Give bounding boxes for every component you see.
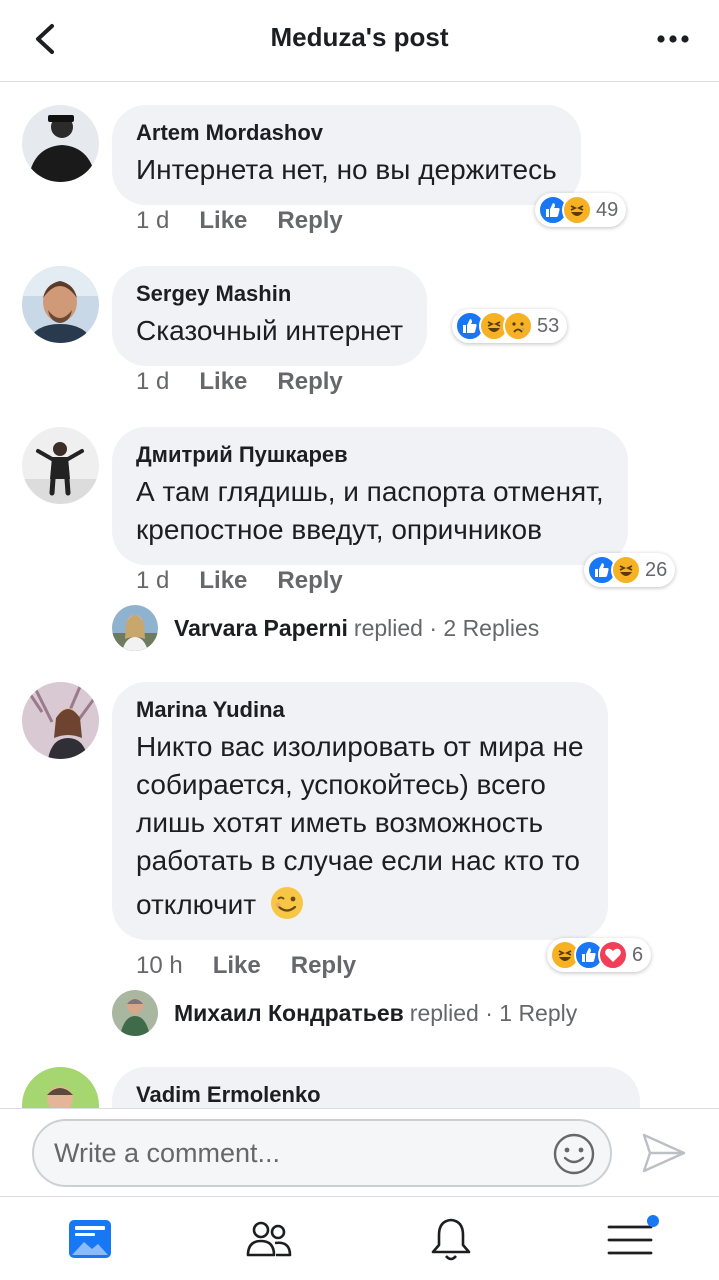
comment-author[interactable]: Vadim Ermolenko xyxy=(136,1081,616,1108)
reaction-count: 6 xyxy=(632,943,644,966)
comment-input-wrapper xyxy=(32,1119,612,1187)
avatar[interactable] xyxy=(22,427,99,504)
send-icon[interactable] xyxy=(640,1129,688,1177)
comment-text: Никто вас изолировать от мира не собирае… xyxy=(136,728,584,924)
emoji-picker-icon[interactable] xyxy=(552,1132,596,1176)
reply-count-text: replied · 1 Reply xyxy=(409,999,578,1026)
reply-button[interactable]: Reply xyxy=(277,567,342,595)
comment-bubble[interactable]: Sergey Mashin Сказочный интернет xyxy=(112,266,428,366)
comment-text: Интернета нет, но вы держитесь xyxy=(136,154,557,185)
comment-text: Сказочный интернет xyxy=(136,315,404,346)
reply-button[interactable]: Reply xyxy=(277,368,342,396)
reactions-summary[interactable]: 53 xyxy=(452,309,568,343)
friends-icon[interactable] xyxy=(245,1215,293,1263)
like-button[interactable]: Like xyxy=(213,952,261,980)
view-replies-link[interactable]: Varvara Paperni replied · 2 Replies xyxy=(112,605,539,651)
haha-reaction-icon xyxy=(562,195,592,225)
avatar[interactable] xyxy=(22,105,99,182)
comment-author[interactable]: Artem Mordashov xyxy=(136,119,557,147)
reactions-summary[interactable]: 49 xyxy=(535,193,627,227)
comment-text-line: отключит xyxy=(136,889,257,920)
reply-button[interactable]: Reply xyxy=(277,207,342,235)
comment-composer xyxy=(0,1108,719,1196)
top-bar: Meduza's post xyxy=(0,0,719,82)
comment-actions: 1 d Like Reply xyxy=(136,567,373,595)
reactions-summary[interactable]: 6 xyxy=(547,938,652,972)
like-button[interactable]: Like xyxy=(199,567,247,595)
reply-button[interactable]: Reply xyxy=(291,952,356,980)
avatar[interactable] xyxy=(22,266,99,343)
comment-text-line: крепостное введут, опричников xyxy=(136,514,542,545)
reply-avatar xyxy=(112,605,158,651)
comment-bubble[interactable]: Дмитрий Пушкарев А там глядишь, и паспор… xyxy=(112,427,628,565)
love-reaction-icon xyxy=(598,940,628,970)
comment-text-line: А там глядишь, и паспорта отменят, xyxy=(136,476,604,507)
reactions-summary[interactable]: 26 xyxy=(584,553,676,587)
notifications-icon[interactable] xyxy=(427,1215,475,1263)
reaction-count: 53 xyxy=(537,314,560,337)
comment-text-line: работать в случае если нас кто то xyxy=(136,845,580,876)
comment-text: А там глядишь, и паспорта отменят, крепо… xyxy=(136,473,604,549)
comment-timestamp: 10 h xyxy=(136,952,183,979)
comment-actions: 1 d Like Reply xyxy=(136,207,373,235)
comments-list: Artem Mordashov Интернета нет, но вы дер… xyxy=(0,83,719,1108)
comment-bubble[interactable]: Artem Mordashov Интернета нет, но вы дер… xyxy=(112,105,581,205)
comment-bubble[interactable]: Marina Yudina Никто вас изолировать от м… xyxy=(112,682,608,940)
reaction-count: 49 xyxy=(596,198,619,221)
comment-timestamp: 1 d xyxy=(136,567,170,594)
bottom-tab-bar xyxy=(0,1196,719,1280)
reply-author: Михаил Кондратьев xyxy=(174,999,404,1026)
comment-timestamp: 1 d xyxy=(136,368,170,395)
haha-reaction-icon xyxy=(611,555,641,585)
menu-icon[interactable] xyxy=(606,1215,662,1263)
news-feed-icon[interactable] xyxy=(66,1215,114,1263)
comment-actions: 1 d Like Reply xyxy=(136,368,373,396)
comment-text-line-with-emoji: отключит xyxy=(136,886,584,924)
comment-actions: 10 h Like Reply xyxy=(136,952,386,980)
like-button[interactable]: Like xyxy=(199,368,247,396)
comment-text-line: Никто вас изолировать от мира не xyxy=(136,731,584,762)
avatar[interactable] xyxy=(22,1067,99,1108)
comment-text-line: лишь хотят иметь возможность xyxy=(136,807,544,838)
comment-text-line: собирается, успокойтесь) всего xyxy=(136,769,546,800)
winking-face-icon xyxy=(270,887,303,919)
comment-author[interactable]: Marina Yudina xyxy=(136,696,584,724)
page-title: Meduza's post xyxy=(270,22,449,52)
comment-author[interactable]: Sergey Mashin xyxy=(136,280,403,308)
sad-reaction-icon xyxy=(503,311,533,341)
reply-count-text: replied · 2 Replies xyxy=(353,614,540,641)
reply-author: Varvara Paperni xyxy=(174,614,348,641)
comment-author[interactable]: Дмитрий Пушкарев xyxy=(136,441,604,469)
comment-bubble[interactable]: Vadim Ermolenko xyxy=(112,1067,640,1108)
view-replies-link[interactable]: Михаил Кондратьев replied · 1 Reply xyxy=(112,990,577,1036)
avatar[interactable] xyxy=(22,682,99,759)
more-options-icon[interactable] xyxy=(655,24,691,54)
reply-avatar xyxy=(112,990,158,1036)
comment-timestamp: 1 d xyxy=(136,207,170,234)
reaction-count: 26 xyxy=(645,558,668,581)
like-button[interactable]: Like xyxy=(199,207,247,235)
comment-input[interactable] xyxy=(54,1131,534,1175)
